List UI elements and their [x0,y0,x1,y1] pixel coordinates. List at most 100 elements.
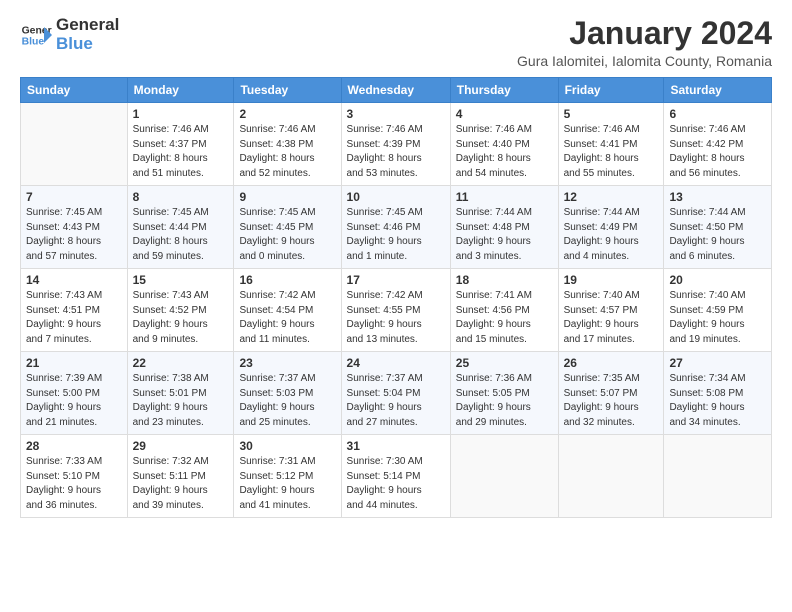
title-section: January 2024 Gura Ialomitei, Ialomita Co… [517,16,772,69]
logo: General Blue General Blue [20,16,119,53]
day-number: 6 [669,107,766,121]
calendar-cell: 11Sunrise: 7:44 AM Sunset: 4:48 PM Dayli… [450,186,558,269]
day-info: Sunrise: 7:42 AM Sunset: 4:55 PM Dayligh… [347,289,445,347]
calendar-cell: 29 Sunrise: 7:32 AM Sunset: 5:11 PM Dayli… [127,435,234,518]
calendar-header-thursday: Thursday [450,78,558,103]
calendar-cell: 23 Sunrise: 7:37 AM Sunset: 5:03 PM Dayli… [234,352,341,435]
calendar-cell: 7 Sunrise: 7:45 AM Sunset: 4:43 PM Daylig… [21,186,128,269]
calendar-header-tuesday: Tuesday [234,78,341,103]
calendar-cell: 21 Sunrise: 7:39 AM Sunset: 5:00 PM Dayli… [21,352,128,435]
day-info: Sunrise: 7:34 AM Sunset: 5:08 PM Dayligh… [669,372,766,430]
calendar-cell: 8 Sunrise: 7:45 AM Sunset: 4:44 PM Daylig… [127,186,234,269]
calendar-cell: 28Sunrise: 7:33 AM Sunset: 5:10 PM Dayli… [21,435,128,518]
day-number: 15 [133,273,229,287]
day-info: Sunrise: 7:43 AM Sunset: 4:52 PM Dayligh… [133,289,229,347]
calendar-cell [664,435,772,518]
day-number: 23 [239,356,335,370]
day-number: 20 [669,273,766,287]
calendar-cell: 31Sunrise: 7:30 AM Sunset: 5:14 PM Dayli… [341,435,450,518]
calendar-cell: 14Sunrise: 7:43 AM Sunset: 4:51 PM Dayli… [21,269,128,352]
day-info: Sunrise: 7:46 AM Sunset: 4:38 PM Dayligh… [239,123,335,181]
calendar-week-1: 1 Sunrise: 7:46 AM Sunset: 4:37 PM Daylig… [21,103,772,186]
calendar-header-row: SundayMondayTuesdayWednesdayThursdayFrid… [21,78,772,103]
calendar-cell [558,435,664,518]
day-info: Sunrise: 7:35 AM Sunset: 5:07 PM Dayligh… [564,372,659,430]
logo-general: General [56,16,119,35]
day-info: Sunrise: 7:46 AM Sunset: 4:37 PM Dayligh… [133,123,229,181]
calendar-cell: 1 Sunrise: 7:46 AM Sunset: 4:37 PM Daylig… [127,103,234,186]
day-info: Sunrise: 7:40 AM Sunset: 4:59 PM Dayligh… [669,289,766,347]
day-info: Sunrise: 7:45 AM Sunset: 4:45 PM Dayligh… [239,206,335,264]
day-info: Sunrise: 7:43 AM Sunset: 4:51 PM Dayligh… [26,289,122,347]
calendar-cell: 2 Sunrise: 7:46 AM Sunset: 4:38 PM Daylig… [234,103,341,186]
day-info: Sunrise: 7:46 AM Sunset: 4:42 PM Dayligh… [669,123,766,181]
day-info: Sunrise: 7:44 AM Sunset: 4:48 PM Dayligh… [456,206,553,264]
day-number: 28 [26,439,122,453]
day-info: Sunrise: 7:32 AM Sunset: 5:11 PM Dayligh… [133,455,229,513]
calendar-week-5: 28Sunrise: 7:33 AM Sunset: 5:10 PM Dayli… [21,435,772,518]
day-number: 16 [239,273,335,287]
calendar-cell: 22Sunrise: 7:38 AM Sunset: 5:01 PM Dayli… [127,352,234,435]
day-info: Sunrise: 7:42 AM Sunset: 4:54 PM Dayligh… [239,289,335,347]
calendar-cell: 20 Sunrise: 7:40 AM Sunset: 4:59 PM Dayli… [664,269,772,352]
day-info: Sunrise: 7:46 AM Sunset: 4:40 PM Dayligh… [456,123,553,181]
day-number: 1 [133,107,229,121]
day-number: 17 [347,273,445,287]
calendar-cell: 17 Sunrise: 7:42 AM Sunset: 4:55 PM Dayli… [341,269,450,352]
day-number: 8 [133,190,229,204]
day-info: Sunrise: 7:41 AM Sunset: 4:56 PM Dayligh… [456,289,553,347]
day-number: 9 [239,190,335,204]
day-info: Sunrise: 7:37 AM Sunset: 5:03 PM Dayligh… [239,372,335,430]
calendar-cell: 18 Sunrise: 7:41 AM Sunset: 4:56 PM Dayli… [450,269,558,352]
calendar-cell: 24Sunrise: 7:37 AM Sunset: 5:04 PM Dayli… [341,352,450,435]
header: General Blue General Blue January 2024 G… [20,16,772,69]
svg-text:Blue: Blue [22,36,45,47]
day-info: Sunrise: 7:45 AM Sunset: 4:46 PM Dayligh… [347,206,445,264]
day-info: Sunrise: 7:45 AM Sunset: 4:43 PM Dayligh… [26,206,122,264]
day-info: Sunrise: 7:45 AM Sunset: 4:44 PM Dayligh… [133,206,229,264]
calendar-cell: 10Sunrise: 7:45 AM Sunset: 4:46 PM Dayli… [341,186,450,269]
calendar-cell: 13 Sunrise: 7:44 AM Sunset: 4:50 PM Dayli… [664,186,772,269]
calendar-cell: 16 Sunrise: 7:42 AM Sunset: 4:54 PM Dayli… [234,269,341,352]
day-number: 19 [564,273,659,287]
page: General Blue General Blue January 2024 G… [0,0,792,612]
calendar-cell: 12 Sunrise: 7:44 AM Sunset: 4:49 PM Dayli… [558,186,664,269]
day-info: Sunrise: 7:39 AM Sunset: 5:00 PM Dayligh… [26,372,122,430]
day-number: 21 [26,356,122,370]
calendar-header-friday: Friday [558,78,664,103]
day-number: 7 [26,190,122,204]
day-number: 13 [669,190,766,204]
logo-blue: Blue [56,35,119,54]
day-number: 29 [133,439,229,453]
calendar-cell [21,103,128,186]
day-number: 22 [133,356,229,370]
day-number: 4 [456,107,553,121]
day-number: 24 [347,356,445,370]
day-number: 26 [564,356,659,370]
day-number: 31 [347,439,445,453]
calendar-cell: 30Sunrise: 7:31 AM Sunset: 5:12 PM Dayli… [234,435,341,518]
day-number: 3 [347,107,445,121]
day-info: Sunrise: 7:44 AM Sunset: 4:50 PM Dayligh… [669,206,766,264]
calendar-cell: 19 Sunrise: 7:40 AM Sunset: 4:57 PM Dayli… [558,269,664,352]
calendar-cell: 25Sunrise: 7:36 AM Sunset: 5:05 PM Dayli… [450,352,558,435]
calendar-cell [450,435,558,518]
day-number: 12 [564,190,659,204]
calendar-cell: 26 Sunrise: 7:35 AM Sunset: 5:07 PM Dayli… [558,352,664,435]
calendar-week-4: 21 Sunrise: 7:39 AM Sunset: 5:00 PM Dayli… [21,352,772,435]
calendar-cell: 5Sunrise: 7:46 AM Sunset: 4:41 PM Daylig… [558,103,664,186]
day-info: Sunrise: 7:46 AM Sunset: 4:41 PM Dayligh… [564,123,659,181]
calendar-header-sunday: Sunday [21,78,128,103]
calendar-week-2: 7 Sunrise: 7:45 AM Sunset: 4:43 PM Daylig… [21,186,772,269]
day-info: Sunrise: 7:40 AM Sunset: 4:57 PM Dayligh… [564,289,659,347]
calendar-cell: 9 Sunrise: 7:45 AM Sunset: 4:45 PM Daylig… [234,186,341,269]
day-number: 25 [456,356,553,370]
day-number: 2 [239,107,335,121]
calendar-week-3: 14Sunrise: 7:43 AM Sunset: 4:51 PM Dayli… [21,269,772,352]
calendar-cell: 15 Sunrise: 7:43 AM Sunset: 4:52 PM Dayli… [127,269,234,352]
main-title: January 2024 [517,16,772,51]
day-number: 18 [456,273,553,287]
day-info: Sunrise: 7:44 AM Sunset: 4:49 PM Dayligh… [564,206,659,264]
day-info: Sunrise: 7:31 AM Sunset: 5:12 PM Dayligh… [239,455,335,513]
subtitle: Gura Ialomitei, Ialomita County, Romania [517,53,772,69]
